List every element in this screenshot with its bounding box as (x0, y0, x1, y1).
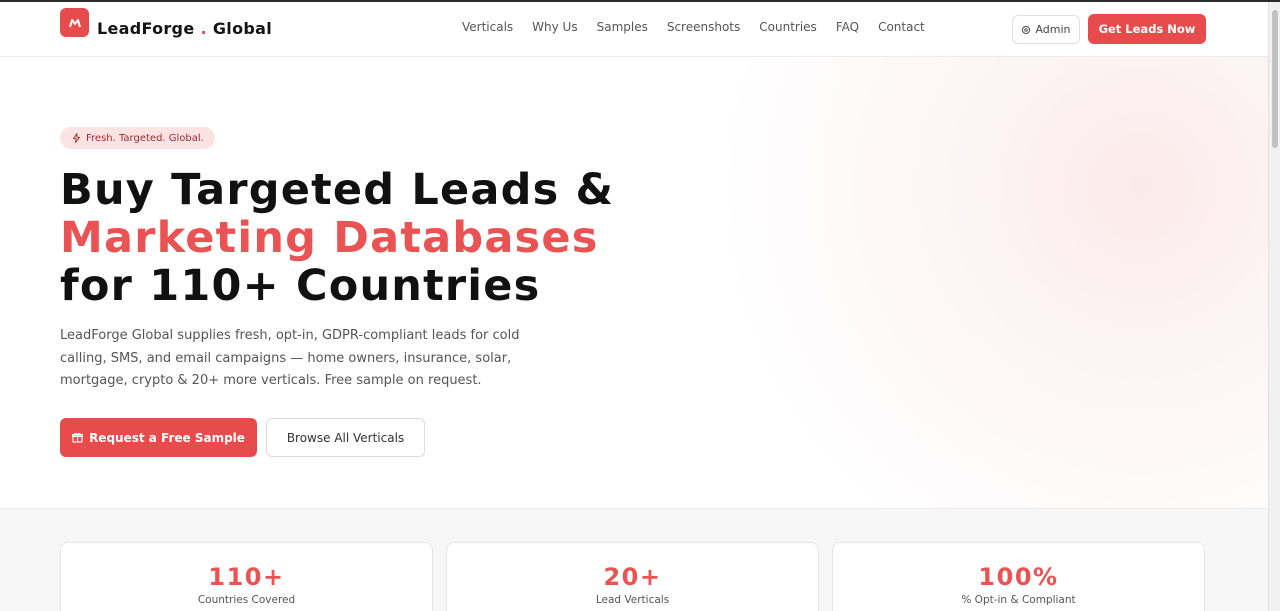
lightning-icon (73, 133, 80, 143)
get-leads-button[interactable]: Get Leads Now (1088, 14, 1206, 44)
stat-label: Countries Covered (197, 594, 296, 606)
nav-verticals[interactable]: Verticals (462, 20, 513, 34)
hero-description: LeadForge Global supplies fresh, opt-in,… (60, 328, 520, 388)
site-logo[interactable]: LeadForge. Global (60, 7, 272, 38)
stat-value: 100% (978, 563, 1059, 591)
admin-label: Admin (1035, 23, 1071, 36)
gear-icon (1022, 25, 1031, 34)
stat-card-compliance: 100% % Opt-in & Compliant (832, 542, 1205, 611)
logo-mark-icon (60, 8, 89, 37)
hero-headline-line-3: for 110+ Countries (60, 261, 541, 311)
logo-name: LeadForge (97, 19, 195, 38)
nav-countries[interactable]: Countries (759, 20, 817, 34)
site-header: LeadForge. Global Verticals Why Us Sample… (0, 0, 1268, 57)
gift-icon (72, 432, 84, 443)
stat-value: 20+ (603, 563, 662, 591)
hero-badge: Fresh. Targeted. Global. (60, 127, 215, 149)
stats-section: 110+ Countries Covered 20+ Lead Vertical… (0, 508, 1268, 611)
stat-value: 110+ (208, 563, 285, 591)
window-top-border (0, 0, 1280, 2)
logo-m-icon (68, 18, 81, 27)
stat-card-countries: 110+ Countries Covered (60, 542, 433, 611)
logo-dot: . (200, 19, 207, 38)
nav-screenshots[interactable]: Screenshots (667, 20, 740, 34)
nav-why-us[interactable]: Why Us (532, 20, 577, 34)
logo-suffix: Global (212, 19, 273, 38)
stat-card-verticals: 20+ Lead Verticals (446, 542, 819, 611)
nav-contact[interactable]: Contact (878, 20, 925, 34)
request-sample-button[interactable]: Request a Free Sample (60, 418, 257, 457)
scrollbar-thumb[interactable] (1272, 10, 1278, 148)
request-sample-label: Request a Free Sample (89, 430, 245, 445)
hero-headline-line-1: Buy Targeted Leads & (60, 165, 615, 215)
nav-faq[interactable]: FAQ (836, 20, 859, 34)
hero-section: Fresh. Targeted. Global. Buy Targeted Le… (0, 57, 1268, 508)
stat-label: Lead Verticals (595, 594, 670, 606)
admin-button[interactable]: Admin (1012, 15, 1080, 44)
browse-verticals-button[interactable]: Browse All Verticals (266, 418, 425, 457)
logo-wordmark: LeadForge. Global (97, 19, 272, 38)
main-nav: Verticals Why Us Samples Screenshots Cou… (462, 20, 944, 34)
nav-samples[interactable]: Samples (597, 20, 648, 34)
hero-badge-text: Fresh. Targeted. Global. (86, 132, 204, 144)
hero-headline-line-2: Marketing Databases (60, 213, 599, 263)
stat-label: % Opt-in & Compliant (961, 594, 1076, 606)
page-scrollbar[interactable] (1268, 0, 1280, 611)
